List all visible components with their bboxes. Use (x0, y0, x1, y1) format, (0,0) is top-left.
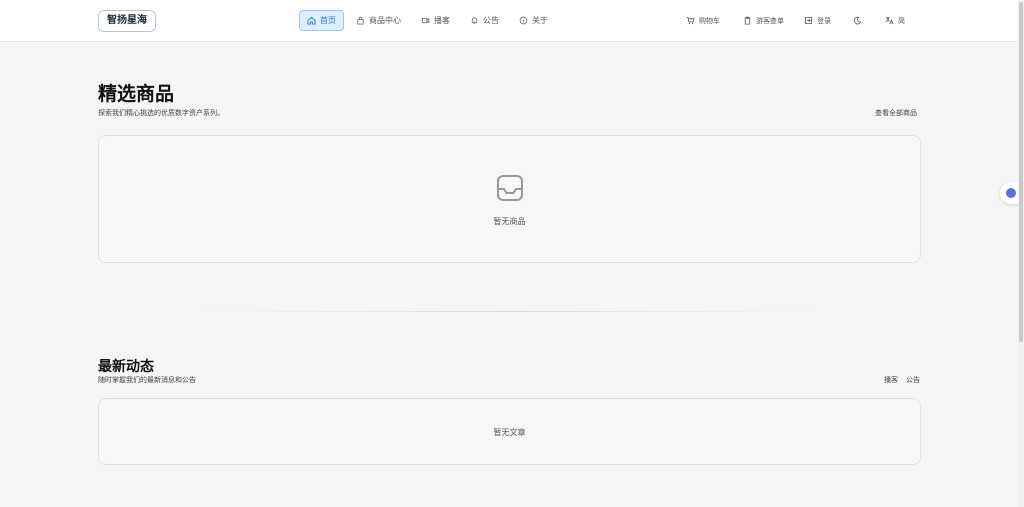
nav-item-about[interactable]: 关于 (511, 10, 556, 31)
view-all-products-link[interactable]: 查看全部商品 (875, 108, 917, 118)
cart-button[interactable]: 购物车 (686, 10, 720, 31)
language-label: 简 (898, 16, 905, 25)
bell-icon (471, 17, 478, 24)
translate-icon (885, 16, 894, 25)
section-divider (200, 311, 820, 312)
nav-item-products[interactable]: 商品中心 (348, 10, 409, 31)
products-empty-text: 暂无商品 (493, 217, 526, 226)
login-label: 登录 (817, 16, 831, 25)
news-title: 最新动态 (98, 359, 154, 375)
page-scrollbar[interactable] (1018, 0, 1024, 507)
news-subtitle: 随时掌握我们的最新消息和公告 (98, 376, 196, 384)
products-title: 精选商品 (98, 83, 175, 105)
nav-item-notice[interactable]: 公告 (462, 10, 507, 31)
nav-item-label: 商品中心 (369, 16, 401, 25)
guest-order-label: 游客查单 (756, 16, 784, 25)
news-empty-text: 暂无文章 (493, 428, 526, 437)
site-logo[interactable]: 智扬星海 (98, 10, 156, 32)
nav-item-label: 播客 (434, 16, 450, 25)
clipboard-icon (744, 16, 751, 25)
language-switch[interactable]: 简 (885, 10, 905, 31)
products-empty-card: 暂无商品 (98, 135, 921, 263)
moon-icon (853, 16, 862, 25)
nav-item-home[interactable]: 首页 (299, 10, 344, 31)
top-header: 智扬星海 首页 商品中心 播客 公告 关于 购物车 游客查单 登录 简 (0, 0, 1018, 42)
cart-icon (686, 16, 695, 25)
products-subtitle: 探索我们精心挑选的优质数字资产系列。 (98, 109, 224, 117)
login-button[interactable]: 登录 (804, 10, 831, 31)
news-tab-podcast[interactable]: 播客 (884, 375, 898, 385)
inbox-icon (497, 175, 523, 201)
nav-item-label: 关于 (532, 16, 548, 25)
nav-item-label: 公告 (483, 16, 499, 25)
assistant-icon (1006, 188, 1016, 198)
cart-label: 购物车 (699, 16, 720, 25)
home-icon (307, 16, 316, 25)
news-empty-card: 暂无文章 (98, 398, 921, 465)
nav-item-podcast[interactable]: 播客 (413, 10, 458, 31)
news-tab-notice[interactable]: 公告 (906, 375, 920, 385)
nav-item-label: 首页 (320, 16, 336, 25)
main-nav: 首页 商品中心 播客 公告 关于 (299, 10, 556, 31)
bag-icon (357, 16, 364, 25)
scrollbar-thumb[interactable] (1019, 2, 1023, 342)
video-icon (421, 17, 430, 24)
login-icon (804, 16, 813, 25)
info-icon (519, 16, 528, 25)
theme-toggle[interactable] (853, 10, 862, 31)
guest-order-button[interactable]: 游客查单 (743, 10, 784, 31)
